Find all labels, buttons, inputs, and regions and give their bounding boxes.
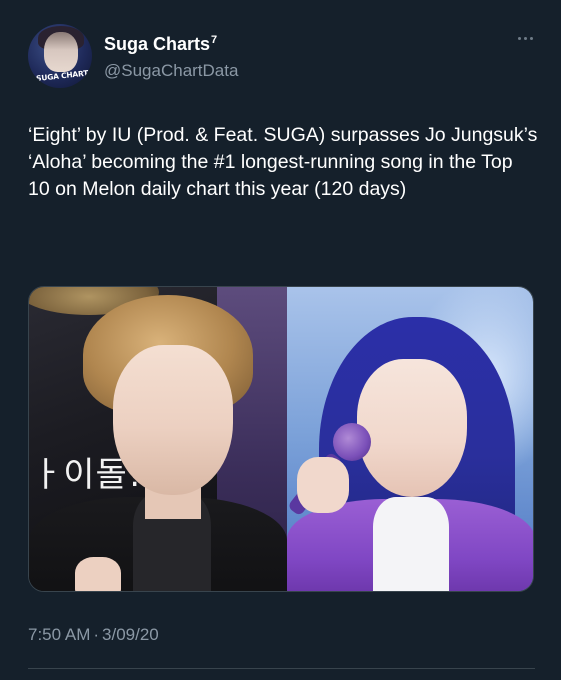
tweet-date: 3/09/20 <box>102 625 159 644</box>
divider <box>28 668 535 669</box>
microphone-icon <box>333 423 371 461</box>
timestamp-separator: · <box>93 625 100 644</box>
photo-iu-icon[interactable] <box>287 287 533 591</box>
person-face <box>113 345 233 495</box>
person-shirt <box>373 497 449 591</box>
tweet-media[interactable]: ㅏ이돌! <box>28 286 534 592</box>
display-name-superscript: 7 <box>211 34 218 46</box>
more-dot <box>529 36 533 40</box>
person-hand <box>297 457 349 513</box>
author-names: Suga Charts7 @SugaChartData <box>104 29 238 83</box>
display-name-text: Suga Charts <box>104 34 211 54</box>
more-dot <box>517 36 521 40</box>
tweet-timestamp[interactable]: 7:50 AM · 3/09/20 <box>28 624 159 646</box>
avatar[interactable]: SUGA CHARTS <box>28 24 92 88</box>
tweet: SUGA CHARTS Suga Charts7 @SugaChartData … <box>0 0 561 680</box>
more-dot <box>523 36 527 40</box>
person-hand <box>75 557 121 591</box>
avatar-badge-text: SUGA CHARTS <box>35 68 92 83</box>
tweet-text: ‘Eight’ by IU (Prod. & Feat. SUGA) surpa… <box>28 124 538 200</box>
display-name[interactable]: Suga Charts7 <box>104 29 238 55</box>
tweet-header: SUGA CHARTS Suga Charts7 @SugaChartData <box>28 24 535 88</box>
avatar-face <box>44 32 78 72</box>
person-face <box>357 359 467 497</box>
tweet-time: 7:50 AM <box>28 625 91 644</box>
user-handle[interactable]: @SugaChartData <box>104 59 238 83</box>
more-options-icon[interactable] <box>515 32 535 44</box>
photo-suga-icon[interactable]: ㅏ이돌! <box>29 287 287 591</box>
